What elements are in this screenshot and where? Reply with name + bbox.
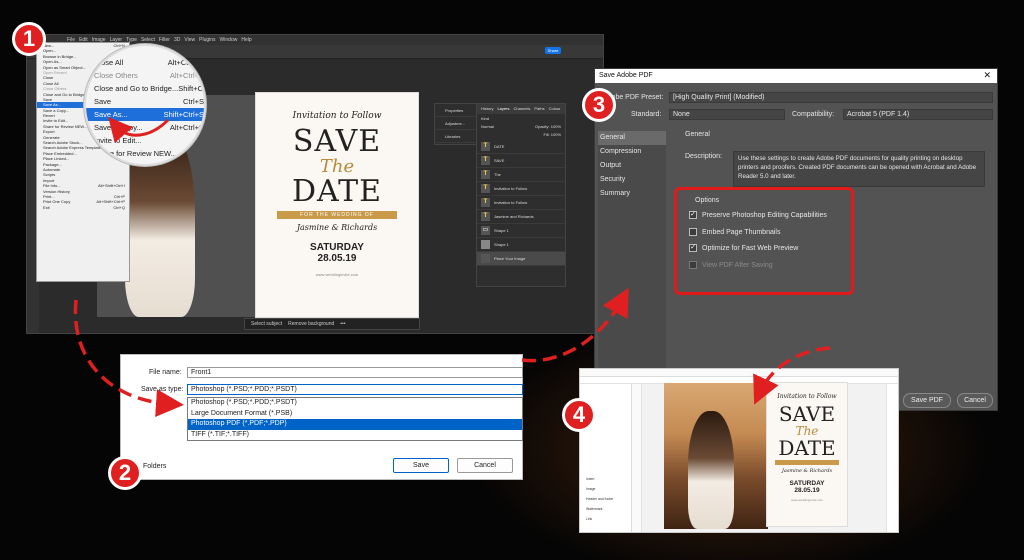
step-badge-4: 4 [562, 398, 596, 432]
step-badge-3: 3 [582, 88, 616, 122]
step-badge-1: 1 [12, 22, 46, 56]
flow-arrows [73, 116, 831, 418]
step-badge-2: 2 [108, 456, 142, 490]
